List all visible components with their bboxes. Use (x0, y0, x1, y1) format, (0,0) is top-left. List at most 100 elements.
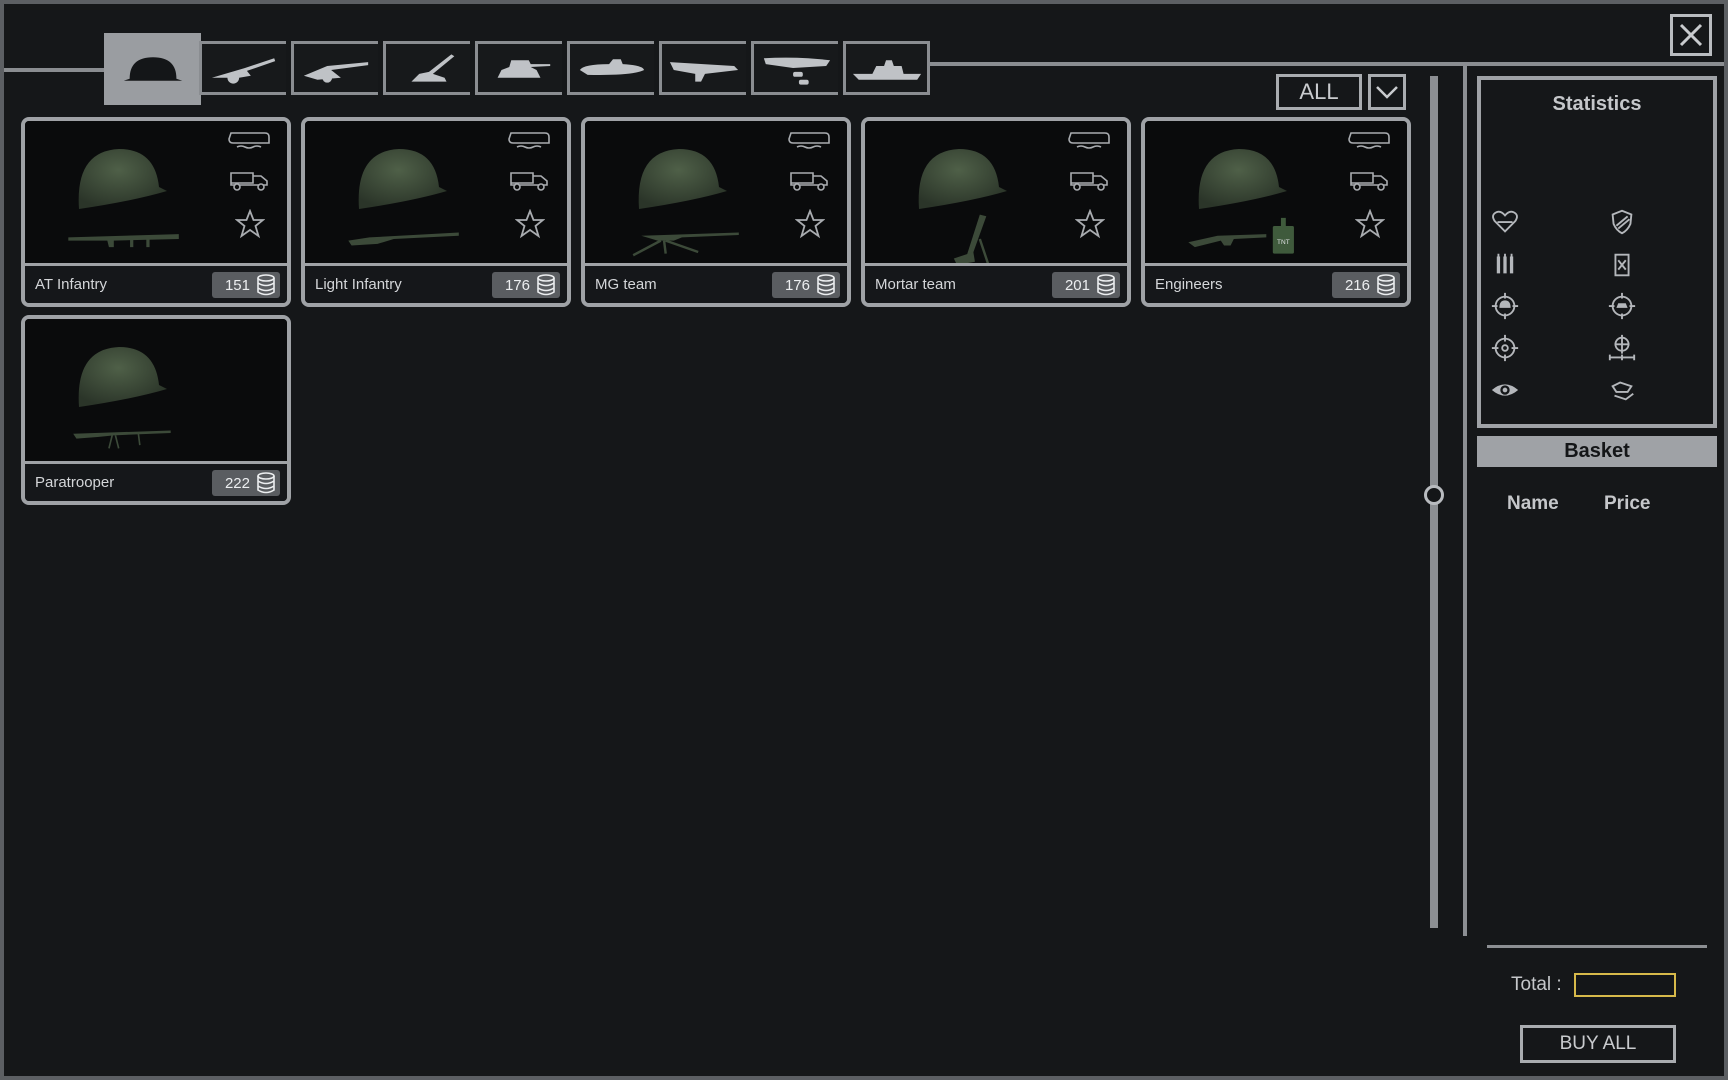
field-gun-icon (211, 58, 276, 84)
unit-name: Paratrooper (35, 474, 115, 491)
unit-card[interactable]: Mortar team 201 (861, 117, 1131, 307)
transport-icon (1606, 374, 1638, 406)
unit-card[interactable]: MG team 176 (581, 117, 851, 307)
tab-anti-air-gun[interactable] (383, 41, 470, 95)
tab-bomber-plane[interactable] (751, 41, 838, 95)
veterancy-star-icon (235, 209, 265, 239)
veterancy-star-icon (515, 209, 545, 239)
amphibious-icon (228, 132, 270, 149)
veterancy-star-icon (795, 209, 825, 239)
fuel-can-icon (1606, 248, 1638, 280)
transport-icon-glyph (1611, 381, 1634, 401)
tab-infantry-helmet[interactable] (104, 33, 201, 105)
tank-icon (497, 60, 551, 78)
hard-target-icon-glyph (1608, 292, 1636, 320)
soft-target-icon-glyph (1491, 292, 1519, 320)
total-field (1574, 973, 1676, 997)
lmg-icon (73, 430, 171, 449)
unit-price: 176 (492, 272, 560, 298)
ammo-icon-glyph (1496, 253, 1514, 274)
close-button[interactable] (1670, 14, 1712, 56)
tab-submarine[interactable] (567, 41, 654, 95)
unit-card[interactable]: AT Infantry 151 (21, 117, 291, 307)
unit-price: 201 (1052, 272, 1120, 298)
chevron-down-icon (1376, 86, 1398, 99)
fighter-plane-icon (669, 62, 739, 82)
armor-shield-icon-glyph (1611, 209, 1633, 235)
vision-eye-icon-glyph (1491, 384, 1519, 396)
tab-fighter-plane[interactable] (659, 41, 746, 95)
unit-image (25, 121, 287, 263)
truck-transport-icon (230, 172, 268, 191)
unit-card[interactable]: Paratrooper 222 (21, 315, 291, 505)
unit-image (305, 121, 567, 263)
tab-field-gun[interactable] (199, 41, 286, 95)
health-heart-icon (1489, 206, 1521, 238)
filter-select[interactable]: ALL (1276, 74, 1362, 110)
health-heart-icon-glyph (1492, 210, 1518, 233)
amphibious-icon (1348, 132, 1390, 149)
coins-icon (817, 274, 835, 296)
unit-price-value: 222 (224, 474, 250, 492)
unit-name: Mortar team (875, 276, 956, 293)
unit-price-value: 201 (1064, 276, 1090, 294)
unit-name: MG team (595, 276, 657, 293)
unit-price-value: 216 (1344, 276, 1370, 294)
unit-price: 176 (772, 272, 840, 298)
basket-col-price: Price (1604, 493, 1651, 514)
accuracy-icon-glyph (1491, 334, 1519, 362)
amphibious-icon (788, 132, 830, 149)
coins-icon (1377, 274, 1395, 296)
unit-price-value: 176 (784, 276, 810, 294)
machine-gun-icon (632, 232, 739, 257)
tab-warship[interactable] (843, 41, 930, 95)
unit-price: 216 (1332, 272, 1400, 298)
unit-image (865, 121, 1127, 265)
unit-card[interactable]: TNT Engineers 216 (1141, 117, 1411, 307)
unit-price: 222 (212, 470, 280, 496)
basket-col-name: Name (1507, 493, 1559, 514)
helmet-icon (78, 149, 167, 209)
infantry-helmet-icon (123, 57, 183, 81)
helmet-icon (1198, 149, 1287, 209)
warship-icon (852, 60, 921, 80)
tab-anti-tank-gun[interactable] (291, 41, 378, 95)
unit-price-value: 176 (504, 276, 530, 294)
fuel-can-icon-glyph (1614, 253, 1630, 277)
hard-target-icon (1606, 290, 1638, 322)
unit-name: AT Infantry (35, 276, 107, 293)
unit-name: Engineers (1155, 276, 1223, 293)
scrollbar-thumb[interactable] (1424, 485, 1444, 505)
unit-image (585, 121, 847, 263)
panel-divider (1463, 66, 1467, 936)
header-line-left (4, 68, 104, 72)
coins-icon (257, 472, 275, 494)
tnt-label: TNT (1277, 239, 1290, 246)
range-icon (1606, 332, 1638, 364)
range-icon-glyph (1608, 334, 1636, 361)
truck-transport-icon (790, 172, 828, 191)
basket-header: Basket (1477, 436, 1717, 467)
coins-icon (1097, 274, 1115, 296)
buy-all-button[interactable]: BUY ALL (1520, 1025, 1676, 1063)
anti-air-gun-icon (411, 54, 455, 82)
statistics-panel: Statistics (1477, 76, 1717, 428)
bazooka-icon (68, 234, 179, 248)
coins-icon (257, 274, 275, 296)
statistics-title: Statistics (1552, 93, 1642, 115)
unit-image (25, 319, 287, 461)
unit-card[interactable]: Light Infantry 176 (301, 117, 571, 307)
truck-transport-icon (1350, 172, 1388, 191)
helmet-icon (638, 149, 727, 209)
amphibious-icon (1068, 132, 1110, 149)
veterancy-star-icon (1075, 209, 1105, 239)
filter-dropdown-button[interactable] (1368, 74, 1406, 110)
ammo-icon (1489, 248, 1521, 280)
tab-tank[interactable] (475, 41, 562, 95)
vision-eye-icon (1489, 374, 1521, 406)
total-label: Total : (1511, 974, 1562, 995)
soft-target-icon (1489, 290, 1521, 322)
purchase-window: ALL AT Infantry 151 Light Infantry 176 MG te… (0, 0, 1728, 1080)
amphibious-icon (508, 132, 550, 149)
basket-separator (1487, 945, 1707, 948)
